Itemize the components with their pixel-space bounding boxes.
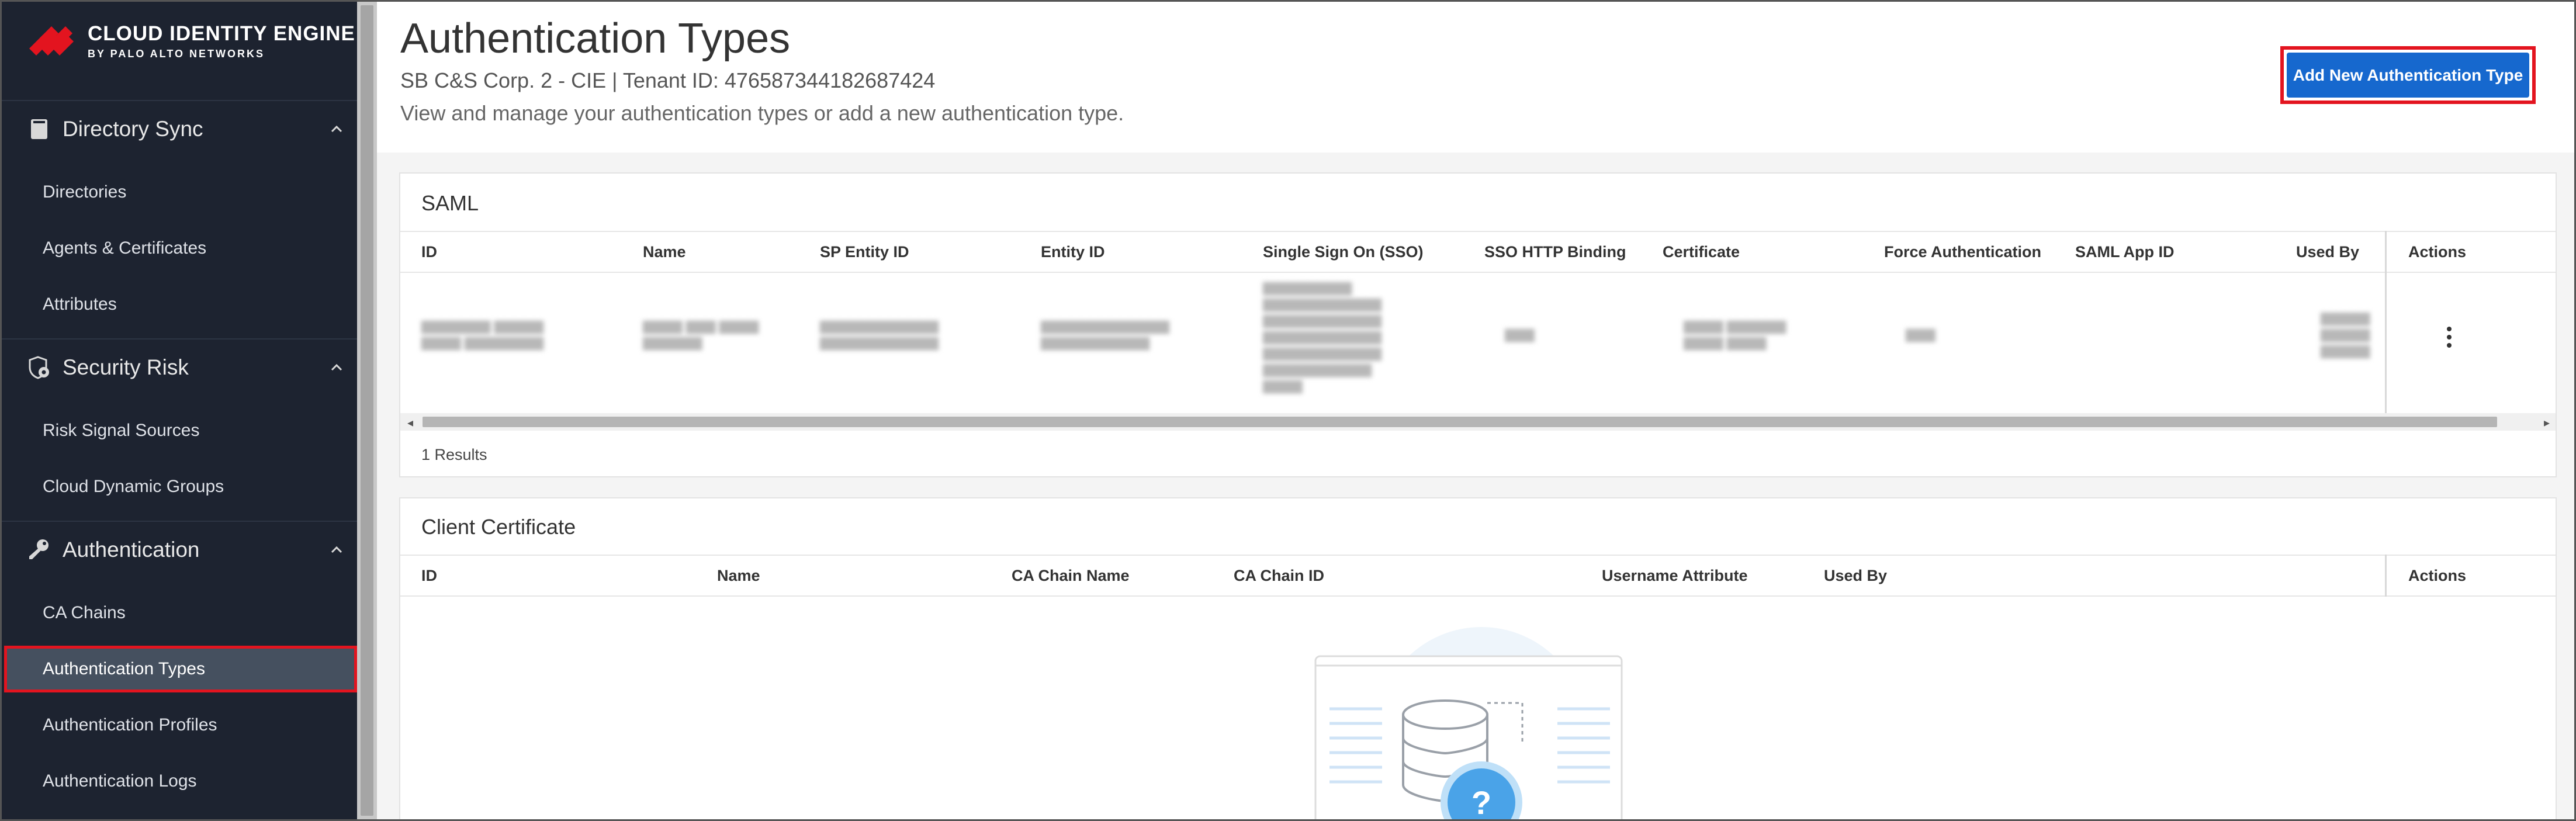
page-title: Authentication Types [400,15,791,62]
column-header[interactable]: Name [717,567,760,585]
shield-gear-icon [29,356,49,379]
add-new-authentication-type-button[interactable]: Add New Authentication Type [2287,53,2529,98]
sidebar-item-risk-signal-sources[interactable]: Risk Signal Sources [2,407,357,454]
column-header[interactable]: SAML App ID [2075,243,2175,261]
column-header: Actions [2408,567,2467,584]
column-header[interactable]: Username Attribute [1602,567,1748,585]
redacted-cell: ▇▇▇▇ ▇▇▇▇▇▇ ▇▇▇▇ ▇▇▇▇ [1684,319,1786,350]
sidebar-item-directories[interactable]: Directories [2,169,357,216]
page-header: Authentication Types SB C&S Corp. 2 - CI… [377,2,2574,153]
sidebar-section-authentication[interactable]: Authentication [2,522,357,578]
palo-alto-logo-icon [29,26,74,56]
brand-title: CLOUD IDENTITY ENGINE [88,22,355,45]
book-icon [31,119,47,139]
scrollbar-thumb[interactable] [361,5,373,816]
column-header: Actions [2408,243,2467,261]
tenant-info: SB C&S Corp. 2 - CIE | Tenant ID: 476587… [400,68,936,92]
brand-subtitle: BY PALO ALTO NETWORKS [88,48,265,60]
redacted-cell: ▇▇▇▇▇▇▇▇▇▇▇▇▇▇▇▇▇▇▇▇▇▇▇▇ [1041,319,1169,350]
redacted-cell: ▇▇▇▇ ▇▇▇ ▇▇▇▇ ▇▇▇▇▇▇ [643,319,759,350]
column-header[interactable]: SP Entity ID [820,243,909,261]
sidebar-item-ca-chains[interactable]: CA Chains [2,590,357,636]
redacted-cell: ▇▇▇ [1906,327,1936,342]
scroll-right-icon[interactable]: ▸ [2544,415,2550,430]
sidebar-section-label: Authentication [63,538,200,562]
chevron-up-icon[interactable] [327,119,347,139]
main-content: Authentication Types SB C&S Corp. 2 - CI… [377,2,2574,821]
column-header[interactable]: Used By [2296,243,2359,261]
chevron-up-icon[interactable] [327,540,347,560]
page-description: View and manage your authentication type… [400,101,1124,125]
sidebar-section-directory-sync[interactable]: Directory Sync [2,101,357,157]
results-count: 1 Results [421,446,487,463]
empty-state-illustration-icon: ? [1314,627,1639,821]
client-certificate-card: Client Certificate ID Name CA Chain Name… [399,497,2557,821]
redacted-cell: ▇▇▇▇▇ ▇▇▇▇▇ ▇▇▇▇▇ [2321,311,2370,358]
sidebar-item-authentication-types[interactable]: Authentication Types [4,646,357,692]
actions-column-separator [2385,555,2387,597]
brand-logo[interactable]: CLOUD IDENTITY ENGINE BY PALO ALTO NETWO… [28,20,355,63]
client-certificate-card-title: Client Certificate [421,515,576,539]
client-certificate-table-header: ID Name CA Chain Name CA Chain ID Userna… [400,555,2556,597]
sidebar-item-attributes[interactable]: Attributes [2,281,357,328]
key-icon [29,539,49,559]
saml-card-title: SAML [421,191,479,215]
column-header[interactable]: SSO HTTP Binding [1484,243,1626,261]
redacted-cell: ▇▇▇ [1505,327,1535,342]
sidebar-section-label: Security Risk [63,355,189,379]
sidebar-item-agents-certificates[interactable]: Agents & Certificates [2,225,357,272]
scroll-left-icon[interactable]: ◂ [407,415,413,430]
saml-table-header: ID Name SP Entity ID Entity ID Single Si… [400,231,2556,273]
column-header[interactable]: CA Chain Name [1012,567,1130,585]
chevron-up-icon[interactable] [327,358,347,377]
column-header[interactable]: Name [643,243,686,261]
sidebar-section-security-risk[interactable]: Security Risk [2,340,357,396]
sidebar-scrollbar[interactable] [357,2,377,819]
column-header[interactable]: Entity ID [1041,243,1105,261]
sidebar-item-authentication-profiles[interactable]: Authentication Profiles [2,702,357,749]
sidebar: CLOUD IDENTITY ENGINE BY PALO ALTO NETWO… [2,2,357,819]
saml-card: SAML ID Name SP Entity ID Entity ID Sing… [399,172,2557,477]
redacted-cell: ▇▇▇▇▇▇▇ ▇▇▇▇▇ ▇▇▇▇ ▇▇▇▇▇▇▇▇ [421,319,544,350]
sidebar-item-authentication-logs[interactable]: Authentication Logs [2,758,357,805]
saml-table-horizontal-scrollbar[interactable]: ◂ ▸ [400,413,2556,431]
column-header[interactable]: CA Chain ID [1234,567,1324,585]
sidebar-section-label: Directory Sync [63,117,203,141]
column-header[interactable]: ID [421,567,437,585]
add-button-highlight: Add New Authentication Type [2280,46,2536,104]
column-header[interactable]: Single Sign On (SSO) [1263,243,1424,261]
column-header[interactable]: ID [421,243,437,261]
scrollbar-thumb[interactable] [423,417,2497,427]
column-header[interactable]: Certificate [1663,243,1740,261]
redacted-cell: ▇▇▇▇▇▇▇▇▇ ▇▇▇▇▇▇▇▇▇▇▇▇ ▇▇▇▇▇▇▇▇▇▇▇▇ ▇▇▇▇▇▇▇… [1263,280,1382,393]
sidebar-item-cloud-dynamic-groups[interactable]: Cloud Dynamic Groups [2,463,357,510]
column-header[interactable]: Used By [1824,567,1887,585]
svg-text:?: ? [1471,784,1491,821]
row-actions-kebab-icon[interactable] [2447,327,2453,351]
table-row[interactable]: ▇▇▇▇▇▇▇ ▇▇▇▇▇ ▇▇▇▇ ▇▇▇▇▇▇▇▇ ▇▇▇▇ ▇▇▇ ▇▇▇▇… [400,273,2556,413]
redacted-cell: ▇▇▇▇▇▇▇▇▇▇▇▇▇▇▇▇▇▇▇▇▇▇▇▇ [820,319,939,350]
column-header[interactable]: Force Authentication [1884,243,2041,261]
